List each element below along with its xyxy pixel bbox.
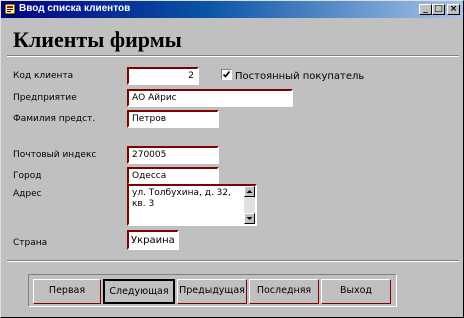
app-form-icon xyxy=(4,3,16,15)
minimize-button[interactable]: _ xyxy=(419,4,432,15)
postal-code-field[interactable]: 270005 xyxy=(127,146,219,164)
city-field[interactable]: Одесса xyxy=(127,167,219,185)
scroll-up-button[interactable] xyxy=(244,186,255,197)
window-title: Ввод списка клиентов xyxy=(19,3,131,14)
client-code-label: Код клиента xyxy=(13,71,74,81)
city-label: Город xyxy=(13,171,42,181)
app-window: Ввод списка клиентов _ □ × Клиенты фирмы… xyxy=(0,0,464,318)
page-title: Клиенты фирмы xyxy=(13,27,182,52)
next-button[interactable]: Следующая xyxy=(103,279,175,304)
company-field[interactable]: АО Айрис xyxy=(127,89,293,107)
regular-customer-checkbox[interactable] xyxy=(221,69,232,80)
country-field[interactable]: Украина xyxy=(127,230,179,250)
arrow-up-icon xyxy=(246,190,253,193)
navigation-panel: Первая Следующая Предыдущая Последняя Вы… xyxy=(28,274,397,307)
checkmark-icon xyxy=(222,71,231,78)
country-label: Страна xyxy=(13,238,48,248)
close-button[interactable]: × xyxy=(447,4,460,15)
arrow-down-icon xyxy=(246,217,253,220)
heading-divider xyxy=(7,55,459,57)
address-memo[interactable]: ул. Толбухина, д. 32, кв. 3 xyxy=(127,184,257,226)
scroll-down-button[interactable] xyxy=(244,213,255,224)
first-button[interactable]: Первая xyxy=(33,279,101,304)
representative-label: Фамилия предст. xyxy=(13,114,96,124)
title-bar[interactable]: Ввод списка клиентов _ □ × xyxy=(1,1,463,18)
buttons-divider xyxy=(7,260,459,262)
regular-customer-label: Постоянный покупатель xyxy=(235,71,365,82)
representative-field[interactable]: Петров xyxy=(127,110,219,128)
exit-button[interactable]: Выход xyxy=(321,279,391,304)
client-code-field[interactable]: 2 xyxy=(127,67,199,85)
postal-code-label: Почтовый индекс xyxy=(13,150,97,160)
previous-button[interactable]: Предыдущая xyxy=(177,279,247,304)
company-label: Предприятие xyxy=(13,93,77,103)
last-button[interactable]: Последняя xyxy=(249,279,319,304)
maximize-button[interactable]: □ xyxy=(432,4,445,15)
address-text: ул. Толбухина, д. 32, кв. 3 xyxy=(132,188,231,209)
address-scrollbar[interactable] xyxy=(244,186,255,224)
address-label: Адрес xyxy=(13,189,42,199)
